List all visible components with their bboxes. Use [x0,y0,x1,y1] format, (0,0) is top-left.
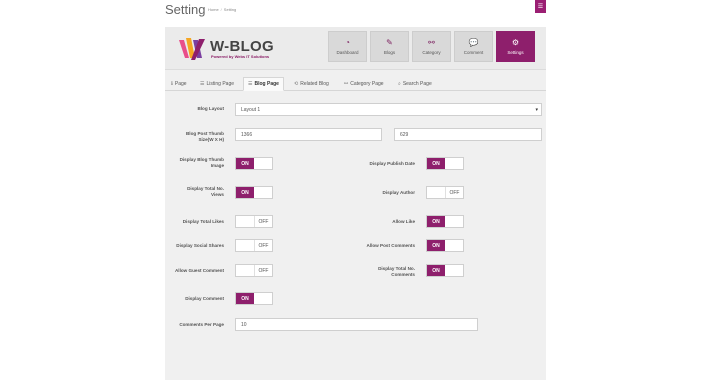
tab-label: Category Page [350,81,384,87]
nav-tiles: ◔ Dashboard ✎ Blogs ⚯ Category 💬 Comment… [328,31,535,62]
display-total-likes-toggle[interactable]: OFF [235,215,273,228]
field-label: Comments Per Page [179,322,224,327]
tab-blog-page[interactable]: ☰ Blog Page [243,77,284,91]
field-label: Blog Layout [197,106,224,111]
info-icon: ℹ [171,81,173,87]
field-label: Allow Like [392,219,415,224]
allow-post-comments-toggle[interactable]: ON [426,239,464,252]
field-label: Display Comment [185,296,224,301]
tab-label: Blog Page [254,81,279,87]
nav-tile-blogs[interactable]: ✎ Blogs [370,31,409,62]
display-total-comments-toggle[interactable]: ON [426,264,464,277]
breadcrumb: Home / Setting [208,7,237,12]
nav-tile-label: Settings [507,50,524,55]
tab-label: Page [174,81,187,87]
nav-tile-settings[interactable]: ⚙ Settings [496,31,535,62]
display-author-toggle[interactable]: OFF [426,186,464,199]
tab-listing-page[interactable]: ☰ Listing Page [196,77,238,91]
toggle-off-label: OFF [253,240,272,251]
settings-panel: W-BLOG Powered by Webs IT Solutions ◔ Da… [165,27,546,380]
toggle-off-label: OFF [253,216,272,227]
logo-wordmark: W-BLOG [210,38,274,55]
toggle-on-label: ON [236,187,254,198]
tab-related-blog[interactable]: ⟲ Related Blog [290,77,333,91]
select-value: Layout 1 [241,106,261,113]
tab-label: Search Page [402,81,432,87]
blog-layout-select[interactable]: Layout 1 ▾ [235,103,542,116]
field-label: Display Total No. Views [187,186,224,197]
field-label: Display Social Shares [176,243,224,248]
toggle-on-label: ON [427,158,445,169]
field-label: Display Publish Date [369,161,415,166]
menu-toggle-button[interactable]: ☰ [535,0,546,13]
blog-page-form: Blog Layout Layout 1 ▾ Blog Post Thumb S… [165,91,546,380]
list-icon: ☰ [200,81,205,87]
field-label: Display Total No. Comments [378,266,415,277]
link-icon: ⚯ [428,38,435,47]
menu-icon: ☰ [537,4,544,10]
field-label: Display Blog Thumb Image [179,157,224,168]
allow-like-toggle[interactable]: ON [426,215,464,228]
tab-category-page[interactable]: ⚯ Category Page [340,77,388,91]
nav-tile-label: Dashboard [336,50,359,55]
nav-tile-comment[interactable]: 💬 Comment [454,31,493,62]
dashboard-icon: ◔ [345,38,350,47]
field-label: Blog Post Thumb Size(W X H) [185,131,224,142]
nav-tile-category[interactable]: ⚯ Category [412,31,451,62]
nav-tile-label: Category [422,50,441,55]
field-label: Display Total Likes [182,219,224,224]
search-icon: ⌕ [398,81,401,87]
field-label: Display Author [382,190,416,195]
nav-tile-dashboard[interactable]: ◔ Dashboard [328,31,367,62]
edit-icon: ✎ [386,38,393,47]
logo-mark-icon [179,38,205,60]
toggle-on-label: ON [427,240,445,251]
tab-label: Listing Page [206,81,235,87]
field-label: Allow Post Comments [366,243,416,248]
logo-tagline: Powered by Webs IT Solutions [211,54,270,59]
display-comment-toggle[interactable]: ON [235,292,273,305]
gear-icon: ⚙ [511,38,520,47]
display-publish-date-toggle[interactable]: ON [426,157,464,170]
toggle-on-label: ON [427,216,445,227]
toggle-off-label: OFF [253,265,272,276]
toggle-off-label: OFF [444,187,463,198]
page-title: Setting [165,2,206,17]
refresh-icon: ⟲ [294,81,299,87]
caret-down-icon: ▾ [535,107,538,113]
breadcrumb-current: Setting [223,7,237,12]
link-icon: ⚯ [344,81,349,87]
nav-tile-label: Comment [463,50,484,55]
field-label: Allow Guest Comment [174,268,224,273]
comments-per-page-input[interactable]: 10 [235,318,478,331]
wblog-logo: W-BLOG Powered by Webs IT Solutions [177,36,287,62]
module-header: W-BLOG Powered by Webs IT Solutions ◔ Da… [165,27,546,70]
toggle-on-label: ON [236,158,254,169]
thumb-width-input[interactable]: 1366 [235,128,382,141]
tab-label: Related Blog [300,81,329,87]
display-social-shares-toggle[interactable]: OFF [235,239,273,252]
display-thumb-toggle[interactable]: ON [235,157,273,170]
toggle-on-label: ON [236,293,254,304]
list-icon: ☰ [248,81,253,87]
comment-icon: 💬 [468,38,479,47]
tab-page[interactable]: ℹ Page [167,77,191,91]
tab-search-page[interactable]: ⌕ Search Page [394,77,436,91]
display-total-views-toggle[interactable]: ON [235,186,273,199]
toggle-on-label: ON [427,265,445,276]
settings-tabs: ℹ Page ☰ Listing Page ☰ Blog Page ⟲ Related … [165,77,546,91]
allow-guest-comment-toggle[interactable]: OFF [235,264,273,277]
breadcrumb-home[interactable]: Home [208,7,219,12]
thumb-height-input[interactable]: 629 [394,128,542,141]
nav-tile-label: Blogs [383,50,396,55]
